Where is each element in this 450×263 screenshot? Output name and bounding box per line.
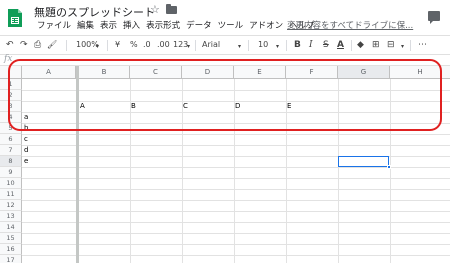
grid-line — [22, 134, 450, 135]
toolbar-divider — [410, 40, 411, 51]
active-cell-g8[interactable] — [338, 156, 391, 169]
menu-edit[interactable]: 編集 — [74, 20, 97, 32]
percent-format-button[interactable]: % — [130, 39, 138, 51]
row-header-17[interactable]: 17 — [0, 255, 22, 263]
grid-line — [22, 211, 450, 212]
star-icon[interactable]: ☆ — [150, 3, 160, 16]
bold-button[interactable]: B — [294, 39, 301, 51]
app-header: 無題のスプレッドシート ☆ ファイル 編集 表示 挿入 表示形式 データ ツール… — [0, 0, 450, 33]
grid-line — [22, 233, 450, 234]
chevron-down-icon[interactable]: ▾ — [96, 41, 99, 53]
menu-format[interactable]: 表示形式 — [143, 20, 183, 32]
row-header-6[interactable]: 6 — [0, 134, 22, 145]
toolbar-divider — [286, 40, 287, 51]
toolbar-divider — [107, 40, 108, 51]
decrease-decimal-button[interactable]: .0 — [143, 39, 151, 51]
highlight-annotation — [8, 59, 442, 131]
row-header-7[interactable]: 7 — [0, 145, 22, 156]
grid-line — [22, 200, 450, 201]
row-header-9[interactable]: 9 — [0, 167, 22, 178]
row-header-15[interactable]: 15 — [0, 233, 22, 244]
font-family-select[interactable]: Arial — [202, 39, 220, 51]
row-header-10[interactable]: 10 — [0, 178, 22, 189]
fill-handle[interactable] — [387, 165, 391, 169]
font-size-select[interactable]: 10 — [258, 39, 268, 51]
grid-line — [22, 244, 450, 245]
chevron-down-icon[interactable]: ▾ — [238, 41, 241, 53]
menu-view[interactable]: 表示 — [97, 20, 120, 32]
toolbar: ↶ ↷ ⎙ 🖌 100% ▾ ¥ % .0 .00 123 ▾ Arial ▾ … — [0, 35, 450, 55]
toolbar-divider — [66, 40, 67, 51]
merge-cells-icon[interactable]: ⊟ — [387, 39, 395, 51]
row-header-16[interactable]: 16 — [0, 244, 22, 255]
cell-a8[interactable]: e — [24, 156, 28, 167]
toolbar-divider — [351, 40, 352, 51]
italic-button[interactable]: I — [309, 39, 313, 51]
document-title[interactable]: 無題のスプレッドシート — [34, 4, 155, 20]
menu-addons[interactable]: アドオン — [246, 20, 286, 32]
cell-a6[interactable]: c — [24, 134, 28, 145]
folder-icon[interactable] — [166, 4, 177, 14]
comments-icon[interactable] — [428, 11, 440, 24]
toolbar-divider — [248, 40, 249, 51]
row-header-11[interactable]: 11 — [0, 189, 22, 200]
save-status-link[interactable]: 変更内容をすべてドライブに保... — [287, 20, 413, 32]
row-header-14[interactable]: 14 — [0, 222, 22, 233]
cell-a7[interactable]: d — [24, 145, 28, 156]
paint-format-icon[interactable]: 🖌 — [47, 39, 57, 51]
redo-icon[interactable]: ↷ — [20, 39, 28, 51]
currency-format-button[interactable]: ¥ — [115, 39, 120, 51]
sheets-logo-icon[interactable] — [7, 8, 23, 28]
grid-line — [22, 178, 450, 179]
chevron-down-icon[interactable]: ▾ — [276, 41, 279, 53]
spreadsheet-app: 無題のスプレッドシート ☆ ファイル 編集 表示 挿入 表示形式 データ ツール… — [0, 0, 450, 263]
grid-line — [22, 167, 450, 168]
menu-tools[interactable]: ツール — [215, 20, 247, 32]
chevron-down-icon[interactable]: ▾ — [187, 41, 190, 53]
more-options-icon[interactable]: ⋯ — [418, 39, 427, 51]
strikethrough-button[interactable]: S — [323, 39, 329, 51]
grid-line — [22, 189, 450, 190]
increase-decimal-button[interactable]: .00 — [157, 39, 170, 51]
row-header-8[interactable]: 8 — [0, 156, 22, 167]
undo-icon[interactable]: ↶ — [6, 39, 14, 51]
menu-data[interactable]: データ — [183, 20, 215, 32]
grid-line — [22, 145, 450, 146]
menu-insert[interactable]: 挿入 — [120, 20, 143, 32]
fill-color-icon[interactable]: ◆ — [357, 39, 364, 51]
menu-file[interactable]: ファイル — [34, 20, 74, 32]
chevron-down-icon[interactable]: ▾ — [401, 41, 404, 53]
number-format-select[interactable]: 123 — [173, 39, 188, 51]
text-color-button[interactable]: A — [337, 39, 344, 51]
menu-bar: ファイル 編集 表示 挿入 表示形式 データ ツール アドオン ヘルプ — [34, 20, 318, 32]
row-header-13[interactable]: 13 — [0, 211, 22, 222]
row-header-12[interactable]: 12 — [0, 200, 22, 211]
grid-line — [22, 222, 450, 223]
grid-line — [22, 255, 450, 256]
toolbar-divider — [195, 40, 196, 51]
borders-icon[interactable]: ⊞ — [372, 39, 380, 51]
print-icon[interactable]: ⎙ — [34, 39, 41, 51]
